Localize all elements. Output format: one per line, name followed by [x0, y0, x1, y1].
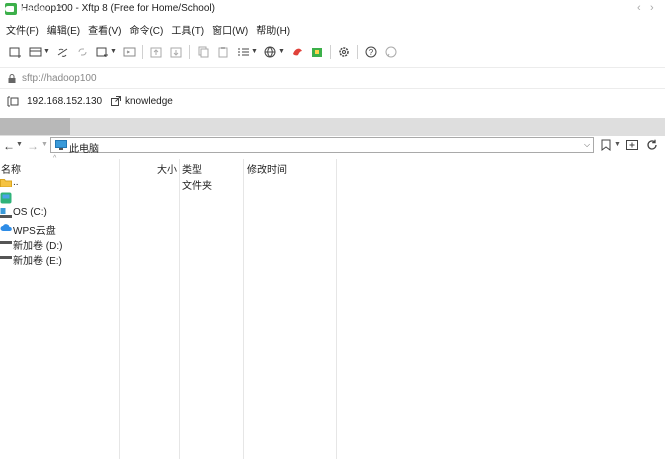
chevron-right-icon[interactable]: › — [650, 2, 654, 14]
chevron-down-icon[interactable]: ▼ — [43, 45, 50, 59]
bookmark-icon[interactable] — [601, 139, 611, 151]
new-session-icon[interactable] — [8, 45, 22, 59]
chevron-down-icon[interactable]: ▼ — [614, 141, 621, 148]
file-name: OS (C:) — [13, 207, 47, 218]
download-icon[interactable] — [169, 45, 183, 59]
close-icon[interactable]: × — [58, 2, 64, 13]
menu-file[interactable]: 文件(F) — [6, 22, 39, 37]
disconnect-icon[interactable] — [55, 45, 69, 59]
tab-strip — [0, 118, 665, 136]
column-name[interactable]: 名称 — [1, 161, 21, 176]
window-title: Hadoop100 - Xftp 8 (Free for Home/School… — [21, 3, 215, 14]
xftp-icon[interactable] — [310, 45, 324, 59]
paste-icon[interactable] — [216, 45, 230, 59]
computer-icon — [55, 140, 67, 150]
forward-arrow-icon[interactable]: → — [27, 139, 39, 153]
folder-icon — [0, 179, 12, 187]
menu-edit[interactable]: 编辑(E) — [47, 22, 80, 37]
column-type[interactable]: 类型 — [182, 161, 202, 176]
toolbar-divider — [330, 45, 331, 59]
new-tab-icon[interactable] — [95, 45, 109, 59]
system-drive-icon — [0, 208, 12, 218]
column-size[interactable]: 大小 — [157, 161, 177, 176]
svg-text:?: ? — [368, 48, 373, 57]
column-modified[interactable]: 修改时间 — [247, 161, 287, 176]
session-bar: 192.168.152.130 knowledge — [0, 92, 665, 112]
menu-view[interactable]: 查看(V) — [88, 22, 121, 37]
chevron-down-icon[interactable]: ▼ — [278, 45, 285, 59]
menu-command[interactable]: 命令(C) — [129, 22, 163, 37]
session-name[interactable]: knowledge — [125, 96, 173, 107]
list-item[interactable]: .. 文件夹 — [0, 175, 665, 192]
xshell-icon[interactable] — [290, 45, 304, 59]
chevron-down-icon[interactable]: ▼ — [16, 141, 23, 148]
list-item[interactable] — [0, 190, 665, 205]
session-host[interactable]: 192.168.152.130 — [27, 96, 102, 107]
chevron-down-icon[interactable]: ▼ — [251, 45, 258, 59]
menu-bar: 文件(F) 编辑(E) 查看(V) 命令(C) 工具(T) 窗口(W) 帮助(H… — [0, 20, 665, 38]
gear-icon[interactable] — [337, 45, 351, 59]
menu-tools[interactable]: 工具(T) — [171, 22, 204, 37]
address-input[interactable]: sftp://hadoop100 — [22, 73, 97, 84]
path-input[interactable] — [50, 137, 594, 153]
list-item[interactable]: 新加卷 (E:) — [0, 250, 665, 267]
globe-icon[interactable] — [263, 45, 277, 59]
toolbar-divider — [357, 45, 358, 59]
toolbar-divider — [142, 45, 143, 59]
file-name: .. — [13, 177, 19, 188]
file-list: ^ 名称 大小 类型 修改时间 .. 文件夹 OS (C:) WPS云盘 新加卷… — [0, 155, 665, 459]
chevron-down-icon[interactable]: ▼ — [110, 45, 117, 59]
list-view-icon[interactable] — [236, 45, 250, 59]
help-icon[interactable]: ? — [364, 45, 378, 59]
menu-window[interactable]: 窗口(W) — [212, 22, 248, 37]
tab-status-dot — [5, 6, 11, 12]
toolbar-divider — [189, 45, 190, 59]
app-shortcut-icon — [0, 192, 12, 204]
navigation-bar: ← ▼ → ▼ 此电脑 ⌵ ▼ — [0, 136, 665, 156]
chat-icon[interactable] — [384, 45, 398, 59]
reconnect-icon[interactable] — [75, 45, 89, 59]
list-item[interactable]: OS (C:) — [0, 205, 665, 220]
sort-indicator-icon: ^ — [53, 155, 57, 162]
open-session-icon[interactable] — [28, 45, 42, 59]
menu-help[interactable]: 帮助(H) — [256, 22, 290, 37]
upload-icon[interactable] — [149, 45, 163, 59]
list-item[interactable]: WPS云盘 — [0, 220, 665, 237]
external-link-icon — [111, 96, 121, 106]
host-icon — [7, 96, 19, 107]
drive-icon — [0, 241, 12, 244]
tab-local[interactable] — [0, 118, 70, 135]
cloud-drive-icon — [0, 224, 12, 231]
new-folder-icon[interactable] — [626, 139, 638, 150]
chevron-down-icon[interactable]: ⌵ — [584, 140, 590, 150]
toolbar: ▼ ▼ ▼ ▼ ? — [0, 41, 665, 63]
chevron-down-icon[interactable]: ▼ — [41, 141, 48, 148]
tab-label[interactable]: 此电脑 — [16, 3, 46, 18]
chevron-left-icon[interactable]: ‹ — [637, 2, 641, 14]
drive-icon — [0, 256, 12, 259]
copy-icon[interactable] — [196, 45, 210, 59]
path-text[interactable]: 此电脑 — [69, 140, 99, 155]
file-name: 新加卷 (E:) — [13, 256, 62, 267]
title-bar: Hadoop100 - Xftp 8 (Free for Home/School… — [0, 0, 665, 18]
terminal-icon[interactable] — [122, 45, 136, 59]
refresh-icon[interactable] — [646, 139, 658, 151]
list-item[interactable]: 新加卷 (D:) — [0, 235, 665, 252]
lock-icon — [8, 74, 16, 83]
back-arrow-icon[interactable]: ← — [3, 139, 15, 153]
address-bar[interactable]: sftp://hadoop100 — [0, 67, 665, 89]
